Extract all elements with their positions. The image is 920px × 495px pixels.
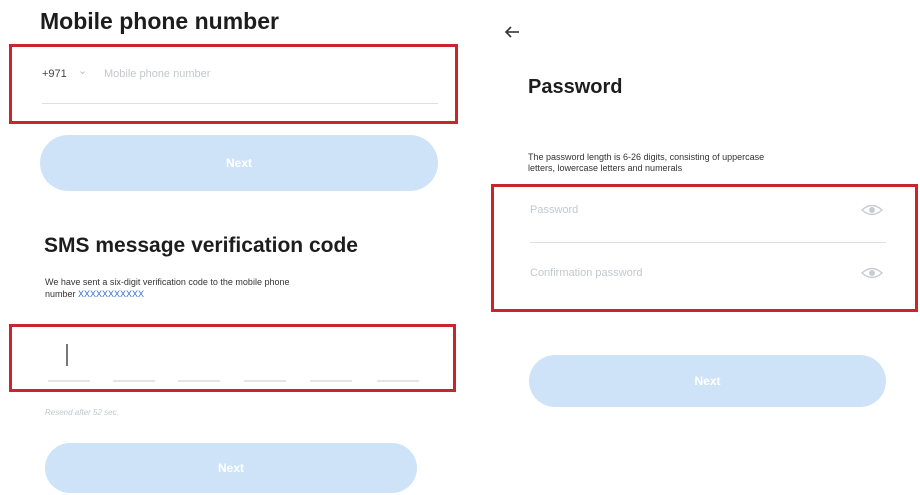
code-digit-1[interactable] — [48, 380, 90, 382]
country-code[interactable]: +971 — [42, 68, 67, 80]
confirm-password-input[interactable]: Confirmation password — [530, 267, 643, 279]
masked-phone-number: XXXXXXXXXXX — [78, 289, 145, 299]
password-underline — [530, 242, 886, 243]
password-desc-line2: letters, lowercase letters and numerals — [528, 163, 683, 173]
highlight-phone-box — [9, 44, 458, 124]
next-button-password[interactable]: Next — [529, 355, 886, 407]
password-desc-line1: The password length is 6-26 digits, cons… — [528, 152, 765, 162]
eye-icon[interactable] — [860, 266, 884, 280]
code-digit-3[interactable] — [178, 380, 220, 382]
sms-title: SMS message verification code — [44, 234, 358, 257]
phone-title: Mobile phone number — [40, 8, 279, 34]
resend-countdown: Resend after 52 sec. — [45, 408, 119, 417]
code-digit-2[interactable] — [113, 380, 155, 382]
arrow-left-icon[interactable] — [502, 22, 522, 42]
sms-desc-line2: number XXXXXXXXXXX — [45, 289, 144, 299]
next-button-phone[interactable]: Next — [40, 135, 438, 191]
password-title: Password — [528, 76, 623, 98]
sms-desc-line1: We have sent a six-digit verification co… — [45, 277, 290, 287]
eye-icon[interactable] — [860, 203, 884, 217]
chevron-down-icon[interactable]: ⌄ — [78, 64, 87, 77]
password-input[interactable]: Password — [530, 204, 578, 216]
phone-input[interactable]: Mobile phone number — [104, 68, 210, 80]
text-cursor — [66, 344, 68, 366]
sms-desc-prefix: number — [45, 289, 76, 299]
next-button-code[interactable]: Next — [45, 443, 417, 493]
code-digit-6[interactable] — [377, 380, 419, 382]
code-digit-4[interactable] — [244, 380, 286, 382]
phone-underline — [42, 103, 438, 104]
code-digit-5[interactable] — [310, 380, 352, 382]
